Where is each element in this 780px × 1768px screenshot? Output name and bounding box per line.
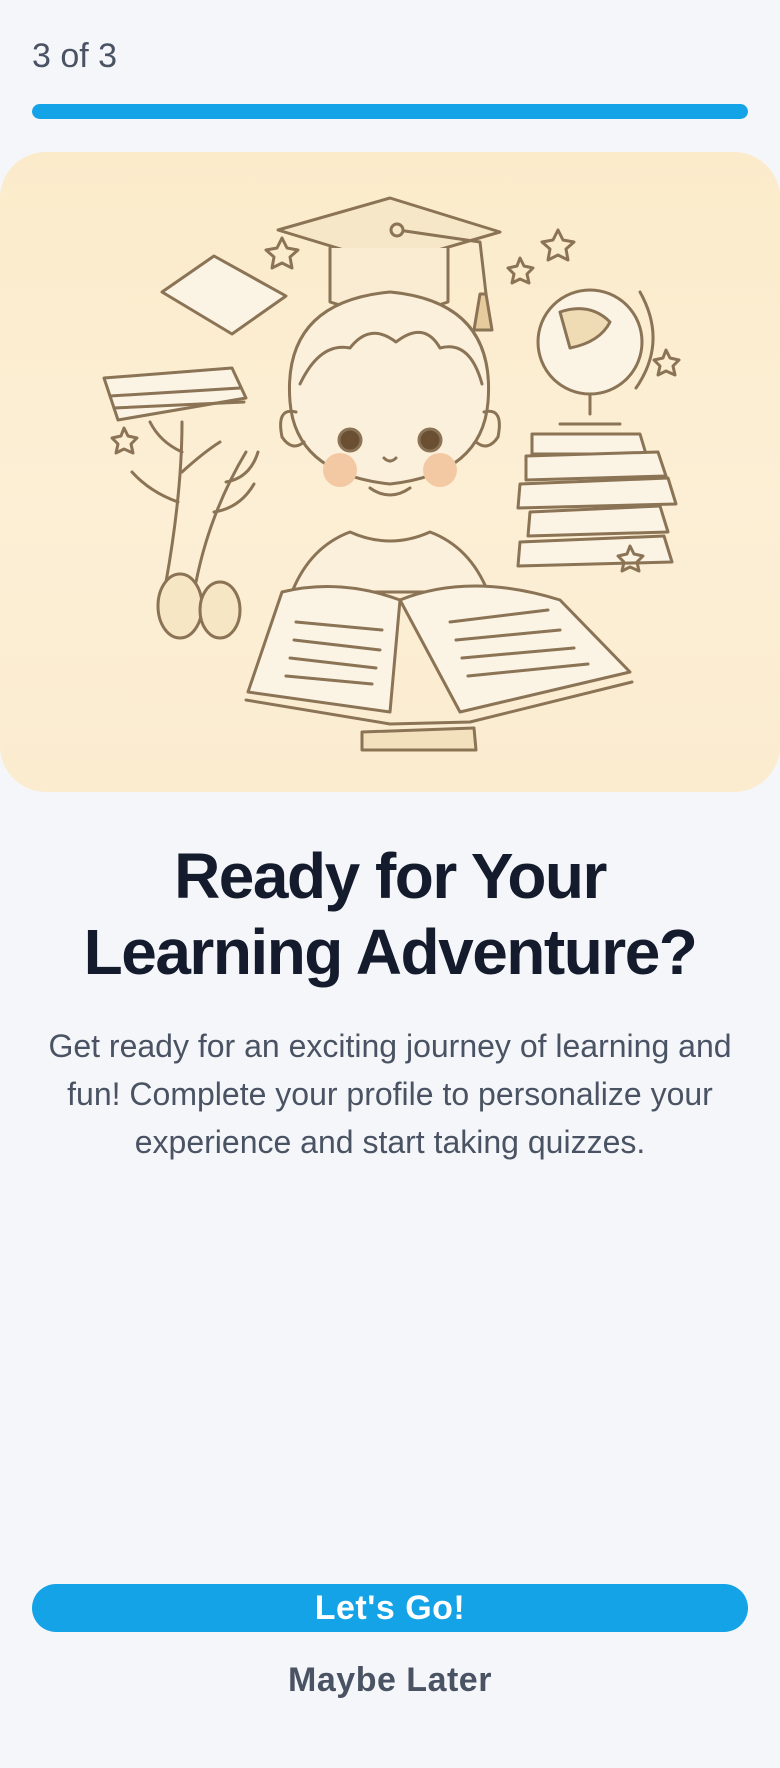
maybe-later-button[interactable]: Maybe Later [190,1656,590,1704]
page-title: Ready for Your Learning Adventure? [83,840,698,988]
globe-icon [536,288,655,426]
book-stack-right-icon [516,432,678,568]
lets-go-button[interactable]: Let's Go! [32,1584,748,1632]
progress-bar-fill [32,104,748,119]
child-head-icon [279,290,501,594]
hero-illustration [0,152,780,792]
learning-illustration [102,196,681,752]
book-stack-left-icon [102,254,288,422]
step-indicator: 3 of 3 [32,37,118,75]
open-book-icon [244,584,634,752]
page-description: Get ready for an exciting journey of lea… [48,1028,732,1160]
plant-icon [130,420,260,640]
progress-bar [32,104,748,119]
